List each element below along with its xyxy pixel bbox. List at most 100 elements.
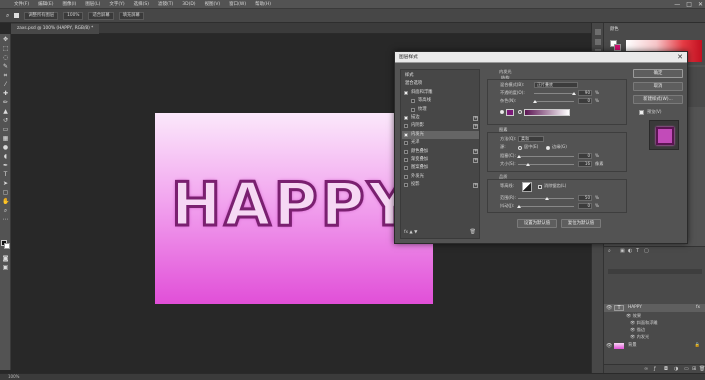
jitter-slider-knob[interactable] [517, 205, 521, 208]
resize-windows-checkbox[interactable] [14, 13, 20, 18]
layer-row-background[interactable]: 👁 背景 🔒 [604, 342, 705, 350]
choke-value[interactable]: 0 [578, 153, 592, 159]
new-style-button[interactable]: 新建样式(W)... [633, 95, 683, 104]
style-item-gradient-overlay[interactable]: 渐变叠加 + [402, 156, 479, 164]
close-icon[interactable]: ✕ [677, 52, 683, 63]
path-select-icon[interactable]: ➤ [2, 181, 9, 187]
menu-edit[interactable]: 编辑(E) [38, 1, 53, 7]
quick-select-tool-icon[interactable]: ✎ [2, 64, 9, 70]
add-mask-icon[interactable]: ◘ [664, 367, 669, 372]
menu-filter[interactable]: 滤镜(T) [158, 1, 173, 7]
bevel-checkbox[interactable] [404, 90, 408, 95]
background-swatch[interactable] [614, 44, 621, 51]
quick-mask-icon[interactable]: ◙ [2, 256, 9, 262]
reset-default-button[interactable]: 复位为默认值 [561, 219, 601, 228]
menu-select[interactable]: 选择(S) [134, 1, 149, 7]
size-value[interactable]: 16 [578, 161, 592, 167]
layer-row-happy[interactable]: 👁 T HAPPY fx [604, 304, 705, 312]
ok-button[interactable]: 确定 [633, 69, 683, 78]
healing-brush-icon[interactable]: ✚ [2, 91, 9, 97]
glow-color-swatch[interactable] [506, 109, 514, 116]
document-canvas[interactable]: HAPPY [155, 113, 433, 304]
menu-3d[interactable]: 3D(D) [182, 2, 195, 7]
set-default-button[interactable]: 设置为默认值 [517, 219, 557, 228]
style-item-inner-shadow[interactable]: 内阴影 + [402, 122, 479, 130]
more-tools-icon[interactable]: ⋯ [2, 217, 9, 223]
style-item-contour[interactable]: 等高线 [402, 97, 479, 105]
close-window-icon[interactable]: ✕ [698, 1, 703, 8]
eraser-tool-icon[interactable]: ▭ [2, 127, 9, 133]
outer-glow-checkbox[interactable] [404, 174, 408, 179]
contour-picker[interactable] [522, 182, 532, 192]
inner-glow-checkbox[interactable] [404, 132, 408, 137]
source-center-radio[interactable] [518, 146, 522, 150]
add-color-overlay-icon[interactable]: + [473, 149, 478, 155]
clone-stamp-icon[interactable]: ▲ [2, 109, 9, 115]
fx-footer-controls[interactable]: fx ▲ ▼ [404, 230, 417, 235]
dodge-tool-icon[interactable]: ◖ [2, 154, 9, 160]
blur-tool-icon[interactable]: ● [2, 145, 9, 151]
visibility-eye-icon[interactable]: 👁 [606, 304, 612, 312]
technique-select[interactable]: 柔和 [518, 136, 544, 142]
menu-view[interactable]: 视图(V) [205, 1, 221, 7]
crop-tool-icon[interactable]: ⌗ [2, 73, 9, 79]
fit-screen-button[interactable]: 适合屏幕 [88, 11, 114, 20]
link-layers-icon[interactable]: ∞ [644, 367, 649, 372]
layer-fx-badge[interactable]: fx [696, 304, 700, 312]
texture-checkbox[interactable] [411, 107, 415, 112]
cancel-button[interactable]: 取消 [633, 82, 683, 91]
satin-checkbox[interactable] [404, 141, 408, 146]
marquee-tool-icon[interactable]: ⬚ [2, 46, 9, 52]
add-stroke-icon[interactable]: + [473, 115, 478, 121]
eyedropper-tool-icon[interactable]: ⁄ [2, 82, 9, 88]
style-item-color-overlay[interactable]: 颜色叠加 + [402, 148, 479, 156]
move-tool-icon[interactable]: ✥ [2, 37, 9, 43]
brush-tool-icon[interactable]: ✏ [2, 100, 9, 106]
history-panel-icon[interactable] [595, 29, 601, 35]
document-tab[interactable]: zaxs.psd @ 100% (HAPPY, RGB/8) * [11, 24, 100, 34]
gradient-overlay-checkbox[interactable] [404, 158, 408, 162]
jitter-value[interactable]: 0 [578, 203, 592, 209]
noise-slider-knob[interactable] [533, 100, 537, 103]
background-color-swatch[interactable] [4, 243, 10, 249]
opacity-slider-track[interactable] [534, 93, 574, 94]
filter-kind-icon[interactable]: ⌕ [608, 249, 613, 254]
contour-checkbox[interactable] [411, 99, 415, 104]
style-item-satin[interactable]: 光泽 [402, 139, 479, 147]
shape-tool-icon[interactable]: ▢ [2, 190, 9, 196]
hand-tool-icon[interactable]: ✋ [2, 199, 9, 205]
history-brush-icon[interactable]: ↺ [2, 118, 9, 124]
type-tool-icon[interactable]: T [2, 172, 9, 178]
glow-gradient-picker[interactable] [524, 109, 570, 116]
solid-color-radio[interactable] [500, 110, 504, 114]
style-item-outer-glow[interactable]: 外发光 [402, 173, 479, 181]
drop-shadow-checkbox[interactable] [404, 183, 408, 188]
stroke-checkbox[interactable] [404, 116, 408, 120]
add-style-icon[interactable]: ƒ [654, 367, 659, 372]
zoom-level-button[interactable]: 100% [63, 11, 84, 20]
size-slider-knob[interactable] [526, 163, 530, 166]
screen-mode-icon[interactable]: ▣ [2, 265, 9, 271]
add-drop-shadow-icon[interactable]: + [473, 182, 478, 188]
menu-image[interactable]: 图像(I) [62, 1, 76, 7]
color-panel-tab[interactable]: 颜色 [610, 26, 619, 32]
new-group-icon[interactable]: ▭ [684, 367, 689, 372]
properties-panel-icon[interactable] [595, 39, 601, 45]
menu-file[interactable]: 文件(F) [14, 1, 29, 7]
maximize-icon[interactable]: □ [686, 1, 692, 8]
gradient-tool-icon[interactable]: ▦ [2, 136, 9, 142]
jitter-slider-track[interactable] [518, 206, 574, 207]
happy-text-layer[interactable]: HAPPY [169, 169, 414, 242]
zoom-tool-icon[interactable]: ⌕ [2, 208, 9, 214]
menu-help[interactable]: 帮助(H) [255, 1, 271, 7]
add-inner-shadow-icon[interactable]: + [473, 123, 478, 129]
range-value[interactable]: 50 [578, 195, 592, 201]
menu-window[interactable]: 窗口(W) [229, 1, 246, 7]
noise-value[interactable]: 0 [578, 98, 592, 104]
blending-options-item[interactable]: 混合选项 [402, 80, 479, 88]
style-item-stroke[interactable]: 描边 + [402, 114, 479, 122]
add-gradient-overlay-icon[interactable]: + [473, 157, 478, 163]
menu-type[interactable]: 文字(Y) [109, 1, 124, 7]
new-fill-icon[interactable]: ◑ [674, 367, 679, 372]
filter-pixel-icon[interactable]: ▣ [620, 249, 625, 254]
